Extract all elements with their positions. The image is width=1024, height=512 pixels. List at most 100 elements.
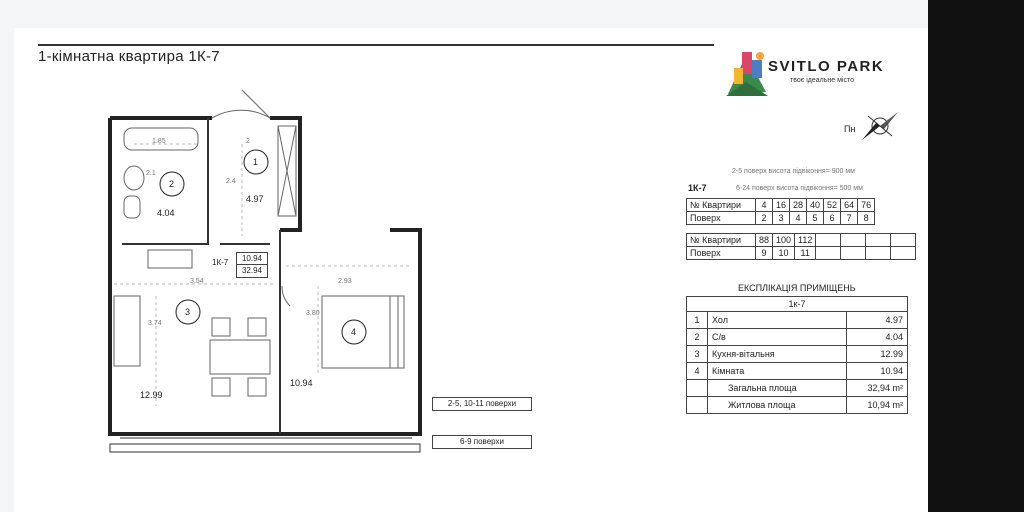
table-cell: 28 — [789, 198, 808, 212]
room-number: 3 — [687, 346, 708, 362]
table-cell — [840, 233, 867, 247]
compass-label: Пн — [844, 124, 856, 134]
explication-title: ЕКСПЛІКАЦІЯ ПРИМІЩЕНЬ — [738, 283, 856, 293]
table-row: Загальна площа 32,94 m² — [687, 380, 907, 397]
table-cell: 11 — [794, 246, 817, 260]
room-name: Хол — [708, 312, 847, 328]
balcony-rail — [109, 443, 421, 453]
table-row: Житлова площа 10,94 m² — [687, 397, 907, 413]
room-1-number: 1 — [253, 157, 259, 167]
room-area: 4.04 — [885, 332, 903, 342]
table-row: Поверх 2 3 4 5 6 7 8 — [686, 211, 876, 225]
brand-logo-icon — [726, 52, 768, 96]
brand-tagline: твоє ідеальне місто — [790, 77, 855, 84]
table-cell — [815, 246, 842, 260]
table-cell: 52 — [823, 198, 842, 212]
apartments-table-2: № Квартири 88 100 112 Поверх 9 10 11 — [686, 233, 917, 260]
table-cell: 100 — [772, 233, 796, 247]
dim-kitchen-width: 3.54 — [190, 278, 204, 285]
dim-bath: 1.85 — [152, 138, 166, 145]
toilet — [123, 195, 141, 219]
sill-note-1: 2-5 поверх висота підвіконня= 900 мм — [732, 168, 855, 175]
table-row: 1 Хол 4.97 — [687, 312, 907, 329]
room-name: Кухня-вітальня — [708, 346, 847, 362]
plan-unit-code: 1К-7 — [212, 258, 229, 267]
table-cell: 88 — [754, 233, 774, 247]
plan-total-area: 32.94 — [236, 264, 268, 278]
table-row: 4 Кімната 10.94 — [687, 363, 907, 380]
title-rule — [38, 44, 714, 46]
screen-edge — [928, 0, 1024, 512]
bed — [321, 295, 399, 369]
entry-door-arc — [211, 109, 271, 119]
sink — [123, 165, 145, 191]
row-label: № Квартири — [686, 198, 756, 212]
table-row: Поверх 9 10 11 — [686, 246, 917, 260]
room-2-number: 2 — [169, 179, 175, 189]
dining-table — [209, 339, 271, 375]
room-3-number: 3 — [185, 307, 191, 317]
room-number: 1 — [687, 312, 708, 328]
table-cell — [865, 233, 892, 247]
room-4-area: 10.94 — [290, 378, 313, 388]
table-cell — [865, 246, 892, 260]
floor-plan — [108, 89, 422, 453]
sill-note-2: 6-24 поверх висота підвіконня= 500 мм — [736, 185, 863, 192]
table-row: № Квартири 4 16 28 40 52 64 76 — [686, 198, 876, 212]
table-cell: 40 — [806, 198, 825, 212]
table-cell: 7 — [840, 211, 859, 225]
table-cell: 4 — [755, 198, 773, 212]
room-area: 4.97 — [885, 315, 903, 325]
table-cell: 3 — [771, 211, 791, 225]
total-area-value: 32,94 m² — [867, 383, 903, 393]
table-cell: 5 — [806, 211, 825, 225]
table-row: 2 С/в 4.04 — [687, 329, 907, 346]
table-cell — [840, 246, 867, 260]
table-cell: 64 — [840, 198, 859, 212]
room-1-area: 4.97 — [246, 194, 264, 204]
room-2-area: 4.04 — [157, 208, 175, 218]
unit-code: 1К-7 — [688, 183, 707, 193]
table-cell — [890, 233, 917, 247]
table-cell: 8 — [857, 211, 876, 225]
stove — [147, 249, 193, 269]
table-cell: 6 — [823, 211, 842, 225]
room-area: 10.94 — [880, 366, 903, 376]
dim-kitchen-height: 3.74 — [148, 320, 162, 327]
table-cell — [890, 246, 917, 260]
table-cell: 76 — [857, 198, 876, 212]
explication-table: 1к-7 1 Хол 4.97 2 С/в 4.04 3 Кухня-вітал… — [686, 296, 908, 414]
floor-label-b: 6-9 поверхи — [432, 435, 532, 449]
room-name: С/в — [708, 329, 847, 345]
explication-unit: 1к-7 — [687, 297, 907, 312]
dim-room-width: 2.93 — [338, 278, 352, 285]
room-name: Кімната — [708, 363, 847, 379]
dim-hall-width: 2 — [246, 138, 250, 145]
bath-wall — [122, 118, 209, 245]
brand-name: SVITLO PARK — [768, 58, 885, 75]
living-area-value: 10,94 m² — [867, 400, 903, 410]
table-row: 3 Кухня-вітальня 12.99 — [687, 346, 907, 363]
room-3-area: 12.99 — [140, 390, 163, 400]
table-cell: 9 — [754, 246, 774, 260]
row-label: № Квартири — [686, 233, 756, 247]
dim-hall-height: 2.4 — [226, 178, 236, 185]
apartments-table-1: № Квартири 4 16 28 40 52 64 76 Поверх 2 … — [686, 198, 876, 225]
table-cell: 4 — [789, 211, 808, 225]
table-cell: 16 — [771, 198, 791, 212]
floor-label-a: 2-5, 10-11 поверхи — [432, 397, 532, 411]
table-row: № Квартири 88 100 112 — [686, 233, 917, 247]
dim-bath-height: 2.1 — [146, 170, 156, 177]
living-area-label: Житлова площа — [708, 397, 847, 413]
row-label: Поверх — [686, 211, 756, 225]
empty-cell — [687, 397, 708, 413]
table-cell: 112 — [794, 233, 817, 247]
room-area: 12.99 — [880, 349, 903, 359]
page: 1-кімнатна квартира 1К-7 SVITLO PARK тво… — [0, 0, 1024, 512]
room-4-number: 4 — [351, 327, 357, 337]
room-number: 2 — [687, 329, 708, 345]
page-title: 1-кімнатна квартира 1К-7 — [38, 48, 220, 65]
kitchen-counter — [113, 295, 141, 367]
empty-cell — [687, 380, 708, 396]
room-number: 4 — [687, 363, 708, 379]
